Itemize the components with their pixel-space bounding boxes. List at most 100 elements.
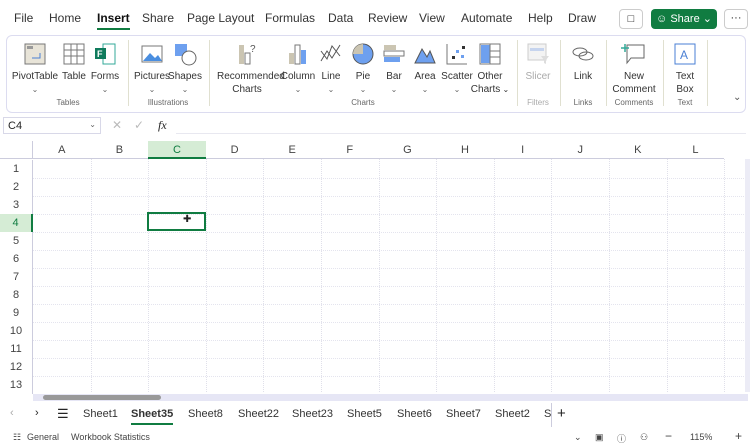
column-header-B[interactable]: B: [90, 141, 149, 159]
horizontal-scrollbar[interactable]: [33, 394, 748, 401]
ribbon-separator: [606, 40, 607, 106]
row-header-2[interactable]: 2: [0, 178, 33, 196]
ribbon-button-label-2: Charts: [470, 84, 501, 95]
row-header-3[interactable]: 3: [0, 196, 33, 214]
row-header-10[interactable]: 10: [0, 322, 33, 340]
sheet-tab-sheet7[interactable]: Sheet7: [446, 408, 481, 420]
sheet-tab-sheet35[interactable]: Sheet35: [131, 408, 174, 425]
sheet-tab-sheet2[interactable]: Sheet2: [495, 408, 530, 420]
formula-bar[interactable]: [176, 117, 746, 134]
row-header-12[interactable]: 12: [0, 358, 33, 376]
help-icon[interactable]: ⓘ: [617, 432, 626, 445]
name-box[interactable]: C4 ⌄: [3, 117, 101, 134]
row-header-8[interactable]: 8: [0, 286, 33, 304]
all-sheets-menu-icon[interactable]: ☰: [57, 406, 69, 422]
svg-text:F: F: [97, 49, 103, 59]
menu-tab-automate[interactable]: Automate: [461, 11, 512, 25]
scrollbar-thumb[interactable]: [43, 395, 161, 400]
sheet-tab-sheet5[interactable]: Sheet5: [347, 408, 382, 420]
zoom-out-button[interactable]: −: [665, 429, 672, 443]
next-sheet-button[interactable]: ›: [35, 407, 39, 419]
other-charts-icon: [479, 43, 501, 65]
row-header-1[interactable]: 1: [0, 160, 33, 178]
chevron-down-icon[interactable]: ⌄: [574, 432, 582, 443]
prev-sheet-button[interactable]: ‹: [10, 407, 14, 419]
sheet-tab-sheet23[interactable]: Sheet23: [292, 408, 333, 420]
row-header-7[interactable]: 7: [0, 268, 33, 286]
cell-cursor-icon: ✚: [183, 214, 192, 225]
sheet-tab-sheet1[interactable]: Sheet1: [83, 408, 118, 420]
text-box-icon: A: [674, 43, 696, 65]
ribbon-separator: [209, 40, 210, 106]
row-header-4[interactable]: 4: [0, 214, 33, 232]
ribbon-text-box-button[interactable]: A Text Box: [655, 41, 715, 96]
menu-tab-formulas[interactable]: Formulas: [265, 11, 315, 25]
active-cell-c4[interactable]: ✚: [147, 212, 206, 231]
row-header-5[interactable]: 5: [0, 232, 33, 250]
column-header-A[interactable]: A: [33, 141, 91, 159]
select-all-corner[interactable]: [0, 141, 33, 159]
column-header-K[interactable]: K: [609, 141, 667, 159]
ribbon-shapes-button[interactable]: Shapes ⌄: [155, 41, 215, 96]
ribbon-insert: PivotTable ⌄ Table F Forms ⌄ Pictures ⌄ Shapes ⌄?…: [6, 35, 746, 113]
row-header-9[interactable]: 9: [0, 304, 33, 322]
zoom-in-button[interactable]: +: [735, 429, 742, 443]
group-label-text: Text: [677, 98, 693, 107]
menu-tab-insert[interactable]: Insert: [97, 11, 130, 30]
ribbon-button-label-2: Box: [676, 84, 694, 95]
menu-tab-page-layout[interactable]: Page Layout: [187, 11, 254, 25]
row-header-13[interactable]: 13: [0, 376, 33, 394]
column-header-H[interactable]: H: [436, 141, 494, 159]
menu-tab-share[interactable]: Share: [142, 11, 174, 25]
row-header-6[interactable]: 6: [0, 250, 33, 268]
comments-button[interactable]: □: [619, 9, 643, 29]
group-label-comments: Comments: [614, 98, 654, 107]
gridline-horizontal: [33, 196, 748, 197]
sheet-tab-sheet8[interactable]: Sheet8: [188, 408, 223, 420]
column-header-C[interactable]: C: [148, 141, 206, 159]
ribbon-separator: [560, 40, 561, 106]
slicer-icon: [527, 43, 549, 64]
more-options-button[interactable]: ···: [724, 9, 748, 29]
gridline-horizontal: [33, 340, 748, 341]
cancel-icon[interactable]: ✕: [112, 118, 122, 132]
display-icon[interactable]: ▣: [595, 432, 604, 443]
column-header-L[interactable]: L: [666, 141, 725, 159]
row-header-11[interactable]: 11: [0, 340, 33, 358]
link-icon: [572, 47, 594, 61]
gridline-horizontal: [33, 214, 748, 215]
menu-tab-home[interactable]: Home: [49, 11, 81, 25]
shapes-icon: [175, 44, 197, 66]
vertical-scrollbar[interactable]: [745, 159, 750, 392]
column-header-J[interactable]: J: [551, 141, 609, 159]
share-button[interactable]: ☺ Share ⌄: [651, 9, 717, 29]
add-sheet-button[interactable]: +: [557, 405, 566, 422]
column-header-D[interactable]: D: [205, 141, 264, 159]
gridline-horizontal: [33, 322, 748, 323]
menu-tab-draw[interactable]: Draw: [568, 11, 596, 25]
gridline-horizontal: [33, 304, 748, 305]
status-general: General: [27, 432, 60, 442]
menu-tab-review[interactable]: Review: [368, 11, 407, 25]
sheet-tab-sheet6[interactable]: Sheet6: [397, 408, 432, 420]
insert-function-button[interactable]: fx: [158, 118, 167, 133]
menu-tab-view[interactable]: View: [419, 11, 445, 25]
column-header-E[interactable]: E: [263, 141, 321, 159]
chevron-down-icon: ⌄: [181, 85, 189, 94]
tabs-divider: [551, 403, 552, 427]
column-header-F[interactable]: F: [321, 141, 379, 159]
group-label-illustrations: Illustrations: [147, 98, 189, 107]
menu-tab-help[interactable]: Help: [528, 11, 553, 25]
feedback-icon[interactable]: ⚇: [640, 432, 648, 443]
menu-tab-file[interactable]: File: [14, 11, 33, 25]
column-header-I[interactable]: I: [493, 141, 552, 159]
ribbon-separator: [663, 40, 664, 106]
workbook-statistics[interactable]: Workbook Statistics: [71, 432, 150, 442]
gridline-horizontal: [33, 376, 748, 377]
zoom-level[interactable]: 115%: [690, 432, 712, 442]
enter-icon[interactable]: ✓: [134, 118, 144, 132]
sheet-tab-sheet22[interactable]: Sheet22: [238, 408, 279, 420]
menu-tab-data[interactable]: Data: [328, 11, 353, 25]
collapse-ribbon-icon[interactable]: ⌄: [733, 92, 741, 103]
column-header-G[interactable]: G: [378, 141, 437, 159]
